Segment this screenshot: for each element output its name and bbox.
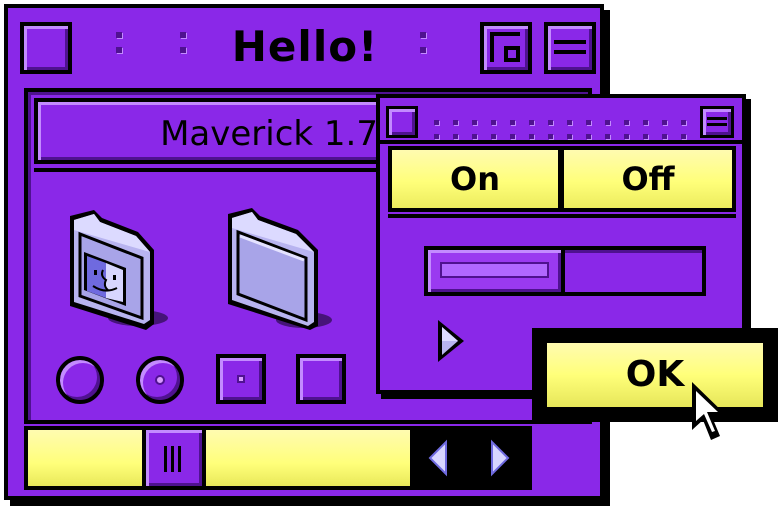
ok-button-frame: OK [532, 328, 778, 422]
collapse-icon [554, 40, 586, 44]
system-folder-icon[interactable] [56, 202, 168, 332]
triangle-right-icon[interactable] [434, 318, 468, 364]
close-box-button[interactable] [386, 106, 418, 138]
arrow-cursor-icon [690, 380, 734, 444]
titlebar-grip [180, 32, 188, 62]
titlebar-grip [116, 32, 124, 62]
sub-titlebar[interactable] [380, 98, 742, 144]
close-box-button[interactable] [20, 22, 72, 74]
on-button[interactable]: On [392, 150, 558, 208]
horizontal-scrollbar[interactable] [24, 426, 532, 490]
on-off-segmented-control: On Off [388, 146, 736, 212]
scroll-thumb[interactable] [142, 430, 206, 486]
collapse-icon [707, 117, 727, 120]
main-titlebar[interactable]: Hello! [8, 8, 600, 84]
window-title: Hello! [231, 22, 379, 71]
version-label: Maverick 1.7 [160, 114, 378, 154]
collapse-box-button[interactable] [700, 106, 734, 138]
checkbox-checked[interactable] [216, 354, 266, 404]
scroll-arrows [410, 430, 528, 486]
collapse-box-button[interactable] [544, 22, 596, 74]
zoom-icon [490, 32, 520, 62]
off-button[interactable]: Off [564, 150, 732, 208]
divider [388, 214, 736, 218]
scroll-right-arrow-icon[interactable] [491, 439, 510, 477]
checkbox-unchecked[interactable] [296, 354, 346, 404]
zoom-box-button[interactable] [480, 22, 532, 74]
progress-bar [424, 246, 706, 296]
titlebar-grip [420, 32, 428, 62]
scroll-left-arrow-icon[interactable] [428, 439, 447, 477]
radio-button-on[interactable] [136, 356, 184, 404]
radio-button-off[interactable] [56, 356, 104, 404]
folder-icon[interactable] [218, 202, 332, 332]
progress-bar-fill [428, 250, 565, 292]
